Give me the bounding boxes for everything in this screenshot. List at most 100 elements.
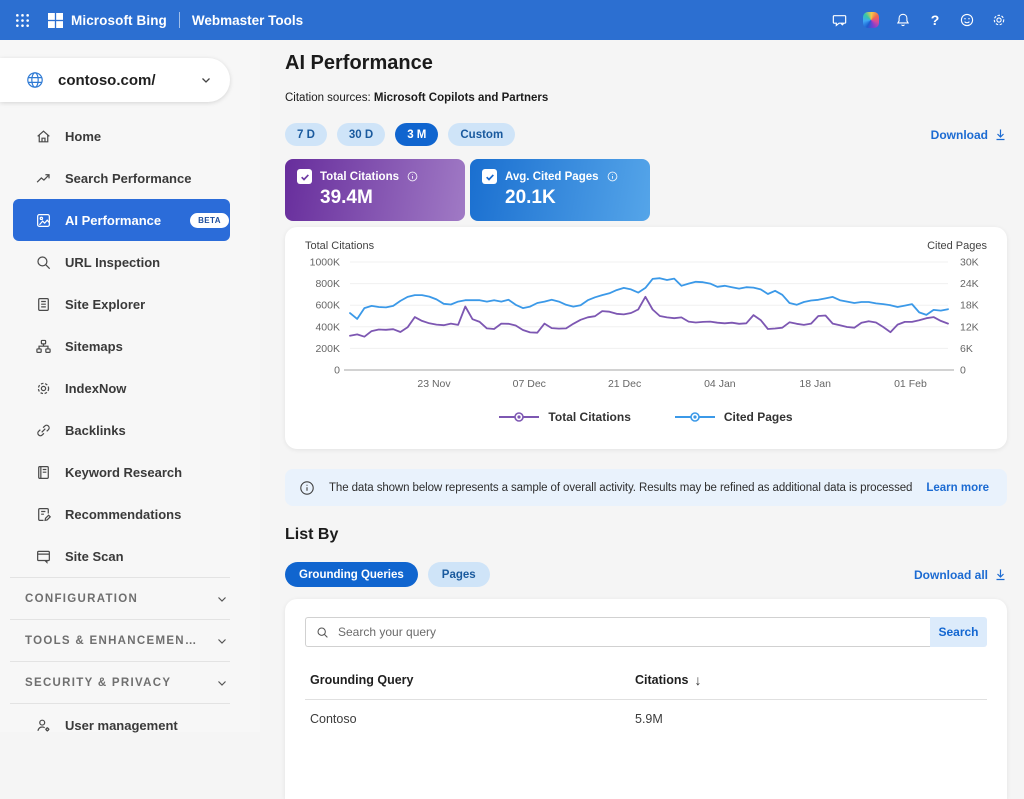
sidebar-item-site-scan[interactable]: Site Scan bbox=[0, 535, 260, 577]
column-citations-label: Citations bbox=[635, 673, 688, 687]
document-list-icon bbox=[35, 296, 52, 313]
info-icon bbox=[299, 480, 315, 496]
metric-value: 20.1K bbox=[505, 187, 638, 209]
brand-name[interactable]: Microsoft Bing bbox=[71, 13, 167, 28]
sidebar-item-recommendations[interactable]: Recommendations bbox=[0, 493, 260, 535]
citation-sources-value: Microsoft Copilots and Partners bbox=[374, 92, 548, 104]
app-launcher-waffle-icon[interactable] bbox=[12, 10, 32, 30]
svg-text:21 Dec: 21 Dec bbox=[608, 378, 641, 390]
legend-cited-pages[interactable]: Cited Pages bbox=[675, 410, 793, 424]
sidebar-item-backlinks[interactable]: Backlinks bbox=[0, 409, 260, 451]
download-all-link[interactable]: Download all bbox=[914, 568, 1007, 582]
sidebar-item-search-performance[interactable]: Search Performance bbox=[0, 157, 260, 199]
column-citations[interactable]: Citations ↓ bbox=[635, 673, 701, 687]
copilot-icon[interactable] bbox=[862, 11, 880, 29]
svg-text:6K: 6K bbox=[960, 343, 973, 355]
sidebar-item-keyword-research[interactable]: Keyword Research bbox=[0, 451, 260, 493]
svg-text:07 Dec: 07 Dec bbox=[513, 378, 546, 390]
sidebar-item-label: URL Inspection bbox=[65, 255, 160, 270]
svg-text:0: 0 bbox=[334, 365, 340, 377]
sidebar-item-label: Site Scan bbox=[65, 549, 124, 564]
magnifier-icon bbox=[35, 254, 52, 271]
feedback-smiley-icon[interactable] bbox=[958, 11, 976, 29]
home-icon bbox=[35, 128, 52, 145]
microsoft-logo-icon bbox=[48, 13, 63, 28]
tab-pages[interactable]: Pages bbox=[428, 562, 490, 587]
sidebar-item-label: Recommendations bbox=[65, 507, 181, 522]
info-icon[interactable] bbox=[607, 171, 618, 182]
sidebar-item-label: Search Performance bbox=[65, 171, 191, 186]
range-7d-pill[interactable]: 7 D bbox=[285, 123, 327, 146]
svg-text:30K: 30K bbox=[960, 257, 979, 269]
topbar-icons: ? bbox=[830, 11, 1008, 29]
table-row[interactable]: Contoso 5.9M bbox=[305, 700, 987, 738]
range-custom-pill[interactable]: Custom bbox=[448, 123, 515, 146]
section-label: CONFIGURATION bbox=[25, 593, 138, 605]
help-icon[interactable]: ? bbox=[926, 11, 944, 29]
window-scan-icon bbox=[35, 548, 52, 565]
query-search: Search bbox=[305, 617, 987, 647]
trend-icon bbox=[35, 170, 52, 187]
cell-query: Contoso bbox=[305, 712, 635, 726]
indexnow-gear-icon bbox=[35, 380, 52, 397]
learn-more-link[interactable]: Learn more bbox=[926, 482, 989, 494]
sidebar-section-tools-enhancements[interactable]: TOOLS & ENHANCEMEN… bbox=[0, 620, 260, 661]
column-grounding-query[interactable]: Grounding Query bbox=[305, 673, 635, 687]
search-box[interactable] bbox=[305, 617, 930, 647]
avg-cited-pages-card[interactable]: Avg. Cited Pages 20.1K bbox=[470, 159, 650, 221]
globe-icon bbox=[25, 70, 45, 90]
chart-line-cited-pages bbox=[350, 278, 948, 319]
info-icon[interactable] bbox=[407, 171, 418, 182]
metric-cards: Total Citations 39.4M Avg. Cited Pages 2… bbox=[285, 159, 1007, 221]
svg-text:200K: 200K bbox=[315, 343, 340, 355]
sidebar-item-label: Home bbox=[65, 129, 101, 144]
sidebar-section-configuration[interactable]: CONFIGURATION bbox=[0, 578, 260, 619]
search-button[interactable]: Search bbox=[930, 617, 987, 647]
chevron-down-icon bbox=[216, 593, 228, 605]
total-citations-checkbox[interactable] bbox=[297, 169, 312, 184]
search-input[interactable] bbox=[338, 625, 920, 639]
sidebar-item-label: Sitemaps bbox=[65, 339, 123, 354]
range-3m-pill[interactable]: 3 M bbox=[395, 123, 438, 146]
sidebar-item-home[interactable]: Home bbox=[0, 115, 260, 157]
settings-gear-icon[interactable] bbox=[990, 11, 1008, 29]
download-link[interactable]: Download bbox=[931, 128, 1007, 142]
grounding-queries-table-card: Search Grounding Query Citations ↓ Conto… bbox=[285, 599, 1007, 799]
notifications-bell-icon[interactable] bbox=[894, 11, 912, 29]
legend-total-citations[interactable]: Total Citations bbox=[499, 410, 630, 424]
sidebar-section-security-privacy[interactable]: SECURITY & PRIVACY bbox=[0, 662, 260, 703]
page-title: AI Performance bbox=[285, 52, 1007, 75]
sidebar-item-sitemaps[interactable]: Sitemaps bbox=[0, 325, 260, 367]
total-citations-card[interactable]: Total Citations 39.4M bbox=[285, 159, 465, 221]
citation-sources: Citation sources: Microsoft Copilots and… bbox=[285, 92, 1007, 104]
sidebar-item-url-inspection[interactable]: URL Inspection bbox=[0, 241, 260, 283]
feedback-chat-icon[interactable] bbox=[830, 11, 848, 29]
sort-desc-icon[interactable]: ↓ bbox=[694, 673, 701, 687]
range-30d-pill[interactable]: 30 D bbox=[337, 123, 385, 146]
sidebar-item-user-management[interactable]: User management bbox=[0, 704, 260, 746]
sidebar-item-site-explorer[interactable]: Site Explorer bbox=[0, 283, 260, 325]
ai-performance-icon bbox=[35, 212, 52, 229]
download-icon bbox=[994, 568, 1007, 581]
svg-text:18 Jan: 18 Jan bbox=[799, 378, 831, 390]
tab-grounding-queries[interactable]: Grounding Queries bbox=[285, 562, 418, 587]
download-label: Download bbox=[931, 128, 988, 142]
avg-cited-pages-checkbox[interactable] bbox=[482, 169, 497, 184]
site-selector[interactable]: contoso.com/ bbox=[0, 58, 230, 102]
list-by-tabs: Grounding Queries Pages Download all bbox=[285, 562, 1007, 587]
left-axis-title: Total Citations bbox=[305, 240, 374, 252]
svg-text:18K: 18K bbox=[960, 300, 979, 312]
section-label: TOOLS & ENHANCEMEN… bbox=[25, 635, 198, 647]
main-content: AI Performance Citation sources: Microso… bbox=[260, 40, 1024, 732]
svg-text:400K: 400K bbox=[315, 321, 340, 333]
sidebar-item-ai-performance[interactable]: AI Performance BETA bbox=[13, 199, 230, 241]
product-name[interactable]: Webmaster Tools bbox=[192, 13, 303, 28]
chevron-down-icon bbox=[216, 677, 228, 689]
search-icon bbox=[316, 626, 329, 639]
download-all-label: Download all bbox=[914, 568, 988, 582]
right-axis-title: Cited Pages bbox=[927, 240, 987, 252]
hierarchy-icon bbox=[35, 338, 52, 355]
svg-text:0: 0 bbox=[960, 365, 966, 377]
sidebar-item-indexnow[interactable]: IndexNow bbox=[0, 367, 260, 409]
note-pencil-icon bbox=[35, 506, 52, 523]
